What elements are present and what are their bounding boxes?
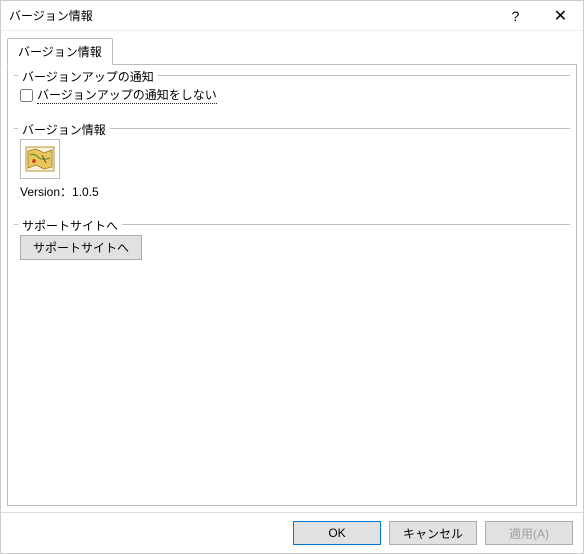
checkbox-input-no-upgrade[interactable] <box>20 89 33 102</box>
checkbox-no-upgrade-notify[interactable]: バージョンアップの通知をしない <box>20 86 564 104</box>
support-site-button[interactable]: サポートサイトへ <box>20 235 142 260</box>
tab-panel: バージョンアップの通知 バージョンアップの通知をしない バージョン情報 <box>7 64 577 506</box>
group-title-version: バージョン情報 <box>18 121 110 138</box>
window-title: バージョン情報 <box>9 7 493 24</box>
help-button[interactable]: ? <box>493 1 538 31</box>
group-upgrade-notify: バージョンアップの通知 バージョンアップの通知をしない <box>14 75 570 110</box>
group-title-support: サポートサイトへ <box>18 217 122 234</box>
app-icon <box>20 139 60 179</box>
tab-strip: バージョン情報 <box>7 38 577 65</box>
version-text: Version：1.0.5 <box>20 183 564 200</box>
tab-version-info[interactable]: バージョン情報 <box>7 38 113 65</box>
checkbox-label-no-upgrade: バージョンアップの通知をしない <box>37 86 217 104</box>
cancel-button[interactable]: キャンセル <box>389 521 477 545</box>
map-icon <box>24 143 56 175</box>
group-title-upgrade: バージョンアップの通知 <box>18 68 158 85</box>
content-area: バージョン情報 バージョンアップの通知 バージョンアップの通知をしない バージョ… <box>1 31 583 512</box>
ok-button[interactable]: OK <box>293 521 381 545</box>
group-version-info: バージョン情報 Version：1.0.5 <box>14 128 570 206</box>
dialog-footer: OK キャンセル 適用(A) <box>1 512 583 553</box>
apply-button: 適用(A) <box>485 521 573 545</box>
dialog-window: バージョン情報 ? ✕ バージョン情報 バージョンアップの通知 バージョンアップ… <box>0 0 584 554</box>
group-support-site: サポートサイトへ サポートサイトへ <box>14 224 570 266</box>
titlebar: バージョン情報 ? ✕ <box>1 1 583 31</box>
close-button[interactable]: ✕ <box>538 1 583 31</box>
